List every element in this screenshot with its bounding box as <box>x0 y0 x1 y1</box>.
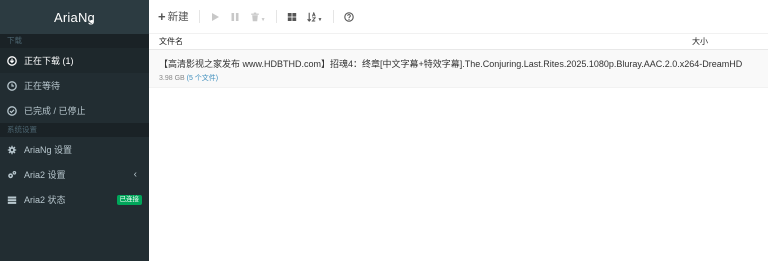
toolbar-divider <box>198 10 200 23</box>
sort-button[interactable]: ▼ <box>306 7 323 27</box>
play-icon <box>211 12 219 21</box>
sidebar-item-label: Aria2 状态 <box>24 195 66 205</box>
sidebar-item-label: 正在等待 <box>24 81 61 91</box>
app-brand[interactable]: AriaNg <box>0 0 149 34</box>
check-circle-icon <box>6 105 18 117</box>
pause-button[interactable] <box>230 7 240 27</box>
sidebar-item-downloading[interactable]: 正在下载 (1) <box>0 48 149 73</box>
sidebar-item-ariang-settings[interactable]: AriaNg 设置 <box>0 137 149 162</box>
sidebar-item-waiting[interactable]: 正在等待 <box>0 73 149 98</box>
delete-button[interactable]: ▼ <box>250 7 266 27</box>
sidebar-item-aria2-status[interactable]: Aria2 状态 已连接 <box>0 187 149 212</box>
toolbar: + 新建 ▼ ▼ <box>149 0 768 34</box>
sidebar-item-label: Aria2 设置 <box>24 170 66 180</box>
sidebar-item-label: 已完成 / 已停止 <box>24 106 86 116</box>
start-button[interactable] <box>210 7 220 27</box>
sidebar-item-aria2-settings[interactable]: Aria2 设置 ‹ <box>0 162 149 187</box>
server-icon <box>6 194 18 206</box>
sort-alpha-icon <box>306 11 316 22</box>
caret-down-icon: ▼ <box>260 16 266 23</box>
column-header-filename[interactable]: 文件名 <box>149 36 692 47</box>
section-header-settings: 系统设置 <box>0 123 149 137</box>
sidebar-item-label: 正在下载 (1) <box>24 56 74 66</box>
sidebar-item-label: AriaNg 设置 <box>24 145 73 155</box>
download-circle-icon <box>6 55 18 67</box>
task-table: 文件名 大小 【高清影视之家发布 www.HDBTHD.com】招魂4：终章[中… <box>149 34 768 88</box>
clock-icon <box>6 80 18 92</box>
section-header-downloads: 下载 <box>0 34 149 48</box>
gear-icon <box>6 144 18 156</box>
column-header-size[interactable]: 大小 <box>692 36 768 47</box>
app-title: AriaNg <box>54 9 95 25</box>
new-task-label: 新建 <box>167 11 189 23</box>
pause-icon <box>231 12 239 21</box>
question-circle-icon <box>343 11 354 22</box>
task-size: 3.98 GB <box>159 75 185 82</box>
grid-icon <box>287 12 296 21</box>
brand-dot <box>90 20 93 23</box>
sidebar-item-stopped[interactable]: 已完成 / 已停止 <box>0 98 149 123</box>
task-file-count[interactable]: (5 个文件) <box>187 75 219 82</box>
toolbar-divider <box>275 10 277 23</box>
task-name[interactable]: 【高清影视之家发布 www.HDBTHD.com】招魂4：终章[中文字幕+特效字… <box>159 57 768 70</box>
toolbar-divider <box>332 10 334 23</box>
status-badge: 已连接 <box>116 195 142 205</box>
plus-icon: + <box>158 9 166 24</box>
chevron-left-icon: ‹ <box>133 169 137 180</box>
task-meta: 3.98 GB (5 个文件) <box>159 73 768 83</box>
table-row[interactable]: 【高清影视之家发布 www.HDBTHD.com】招魂4：终章[中文字幕+特效字… <box>149 50 768 88</box>
trash-icon <box>250 12 259 21</box>
display-mode-button[interactable] <box>287 7 297 27</box>
sidebar: AriaNg 下载 正在下载 (1) 正在等待 已完成 / 已停止 系统设置 A… <box>0 0 149 261</box>
help-button[interactable] <box>343 7 354 27</box>
caret-down-icon: ▼ <box>317 16 323 23</box>
table-header: 文件名 大小 <box>149 34 768 50</box>
gears-icon <box>6 169 18 181</box>
new-task-button[interactable]: + 新建 <box>158 7 189 27</box>
